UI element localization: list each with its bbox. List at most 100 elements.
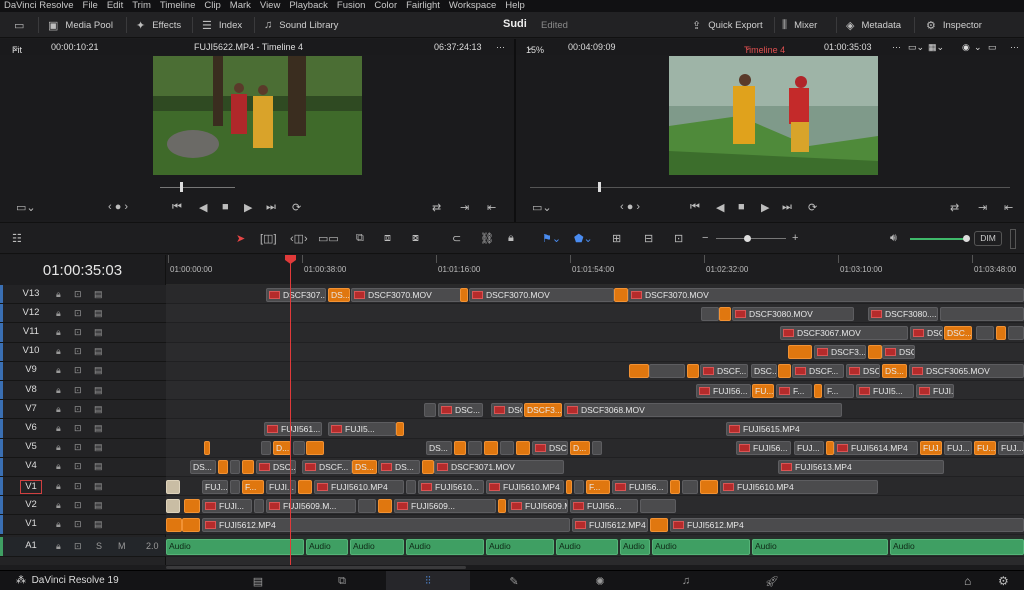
track-header[interactable]: V1 🔒︎ ⊡ ▤	[0, 477, 166, 497]
video-clip[interactable]	[629, 364, 649, 379]
audio-clip[interactable]: Audio	[556, 539, 618, 555]
lock-icon[interactable]: 🔒︎	[56, 442, 61, 453]
video-clip[interactable]: FUJI56...	[696, 383, 751, 398]
video-clip[interactable]: D...	[570, 441, 590, 456]
video-clip[interactable]: FUJI...	[202, 498, 252, 513]
menu-item[interactable]: Fusion	[337, 0, 366, 12]
video-clip[interactable]: DSCF3070.MOV	[351, 287, 461, 302]
timeline-loop-icon[interactable]: ⟳	[808, 201, 817, 214]
track-header[interactable]: V5 🔒︎ ⊡ ▤	[0, 438, 166, 458]
selection-tool-icon[interactable]: ➤	[236, 232, 245, 245]
video-clip[interactable]: DSC...	[751, 364, 777, 379]
video-clip[interactable]	[261, 441, 271, 456]
zoom-in-icon[interactable]: +	[792, 232, 798, 244]
skip-start-icon[interactable]: ⏮	[172, 201, 182, 214]
video-clip[interactable]	[242, 460, 254, 475]
timeline-scrubber[interactable]	[516, 180, 1024, 196]
video-clip[interactable]: DS...	[378, 460, 420, 475]
video-clip[interactable]: DSC...	[944, 325, 972, 340]
track-visibility-icon[interactable]: ▤	[94, 365, 103, 376]
auto-select-icon[interactable]: ⊡	[74, 385, 82, 396]
video-clip[interactable]	[614, 287, 628, 302]
source-scrubber[interactable]	[0, 180, 514, 196]
overwrite-clip-icon[interactable]: ⧈	[384, 232, 391, 245]
viewer-options-icon[interactable]: ⌄	[974, 42, 982, 53]
auto-select-icon[interactable]: ⊡	[74, 442, 82, 453]
video-clip[interactable]	[500, 441, 514, 456]
index-button[interactable]: ☰ Index	[202, 12, 242, 38]
track-visibility-icon[interactable]: ▤	[94, 423, 103, 434]
timeline-skip-start-icon[interactable]: ⏮	[690, 201, 700, 214]
track-name[interactable]: V1	[20, 518, 42, 530]
step-back-icon[interactable]: ◀	[199, 201, 207, 214]
replace-clip-icon[interactable]: ⧇	[412, 232, 419, 245]
video-clip[interactable]	[516, 441, 530, 456]
zoom-slider-handle[interactable]	[744, 235, 751, 242]
media-page-tab[interactable]: ▤	[216, 571, 300, 590]
lock-icon[interactable]: 🔒︎	[56, 289, 61, 300]
video-clip[interactable]: FUJ...	[920, 441, 942, 456]
video-clip[interactable]	[868, 345, 882, 360]
video-clip[interactable]: FUJI5610.MP4	[486, 479, 564, 494]
viewer-mode-icon[interactable]: ▦⌄	[928, 42, 944, 53]
track-header[interactable]: V13 🔒︎ ⊡ ▤	[0, 285, 166, 305]
video-clip[interactable]	[1008, 325, 1024, 340]
video-clip[interactable]: FUJI...	[916, 383, 954, 398]
video-clip[interactable]: FUJI5613.MP4	[778, 460, 944, 475]
track-visibility-icon[interactable]: ▤	[94, 346, 103, 357]
track-visibility-icon[interactable]: ▤	[94, 289, 103, 300]
video-clip[interactable]: FUJI5609.M...	[508, 498, 568, 513]
track-name[interactable]: A1	[20, 540, 42, 552]
video-clip[interactable]: DSCF3070.MOV	[469, 287, 614, 302]
video-clip[interactable]: DSCF3080....	[868, 306, 938, 321]
video-clip[interactable]: DSCF3...	[846, 364, 880, 379]
video-clip[interactable]	[682, 479, 698, 494]
track-header[interactable]: A1 🔒︎ ⊡ S M 2.0	[0, 537, 166, 557]
video-clip[interactable]: DSCF3...	[524, 402, 562, 417]
video-clip[interactable]: DS...	[352, 460, 377, 475]
video-clip[interactable]: DSCF...	[792, 364, 844, 379]
dim-button[interactable]: DIM	[974, 231, 1002, 246]
menu-item[interactable]: Workspace	[449, 0, 496, 12]
source-playhead[interactable]	[180, 182, 183, 192]
video-clip[interactable]: D...	[273, 441, 291, 456]
jog-icon[interactable]: ‹ ● ›	[108, 201, 128, 213]
video-clip[interactable]	[574, 479, 584, 494]
track-visibility-icon[interactable]: ▤	[94, 481, 103, 492]
source-viewer-options-icon[interactable]: ▭⌄	[16, 201, 36, 214]
viewer-more-icon[interactable]: ···	[892, 42, 901, 52]
lock-icon[interactable]: 🔒︎	[56, 365, 61, 376]
track-name[interactable]: V7	[20, 403, 42, 415]
video-clip[interactable]: DSCF...	[910, 325, 943, 340]
zoom-slider[interactable]	[716, 238, 786, 239]
flag-icon[interactable]: ⚑⌄	[542, 232, 561, 245]
auto-select-icon[interactable]: ⊡	[74, 308, 82, 319]
lock-icon[interactable]: 🔒︎	[56, 500, 61, 511]
video-clip[interactable]: FUJI5609.M...	[266, 498, 356, 513]
track-visibility-icon[interactable]: ▤	[94, 461, 103, 472]
video-clip[interactable]: DSCF3071.MOV	[434, 460, 564, 475]
deliver-page-tab[interactable]: 🚀︎	[730, 571, 814, 590]
video-clip[interactable]	[298, 479, 312, 494]
audio-clip[interactable]: Audio	[166, 539, 304, 555]
lock-icon[interactable]: 🔒︎	[56, 327, 61, 338]
video-clip[interactable]	[566, 479, 572, 494]
mixer-button[interactable]: ⫼ Mixer	[782, 12, 817, 38]
menu-item[interactable]: View	[260, 0, 280, 12]
video-clip[interactable]: FUJI5609...	[394, 498, 496, 513]
source-zoom-select[interactable]: Fit ⌄	[12, 42, 22, 55]
video-clip[interactable]: F...	[776, 383, 812, 398]
timeline-viewer[interactable]	[516, 55, 1024, 180]
cinema-mode-icon[interactable]: ▭	[988, 42, 997, 53]
video-clip[interactable]	[826, 441, 834, 456]
quick-export-button[interactable]: ⇪ Quick Export	[692, 12, 763, 38]
mark-out-icon[interactable]: ⇤	[487, 201, 496, 214]
skip-end-icon[interactable]: ⏭	[266, 201, 276, 214]
video-clip[interactable]	[406, 479, 416, 494]
play-icon[interactable]: ▶	[244, 201, 252, 214]
lock-icon[interactable]: 🔒︎	[56, 385, 61, 396]
video-clip[interactable]: FUJI5612.MP4	[572, 517, 648, 532]
auto-select-icon[interactable]: ⊡	[74, 423, 82, 434]
video-clip[interactable]: DSCF3...	[814, 345, 866, 360]
track-header[interactable]: V10 🔒︎ ⊡ ▤	[0, 342, 166, 362]
